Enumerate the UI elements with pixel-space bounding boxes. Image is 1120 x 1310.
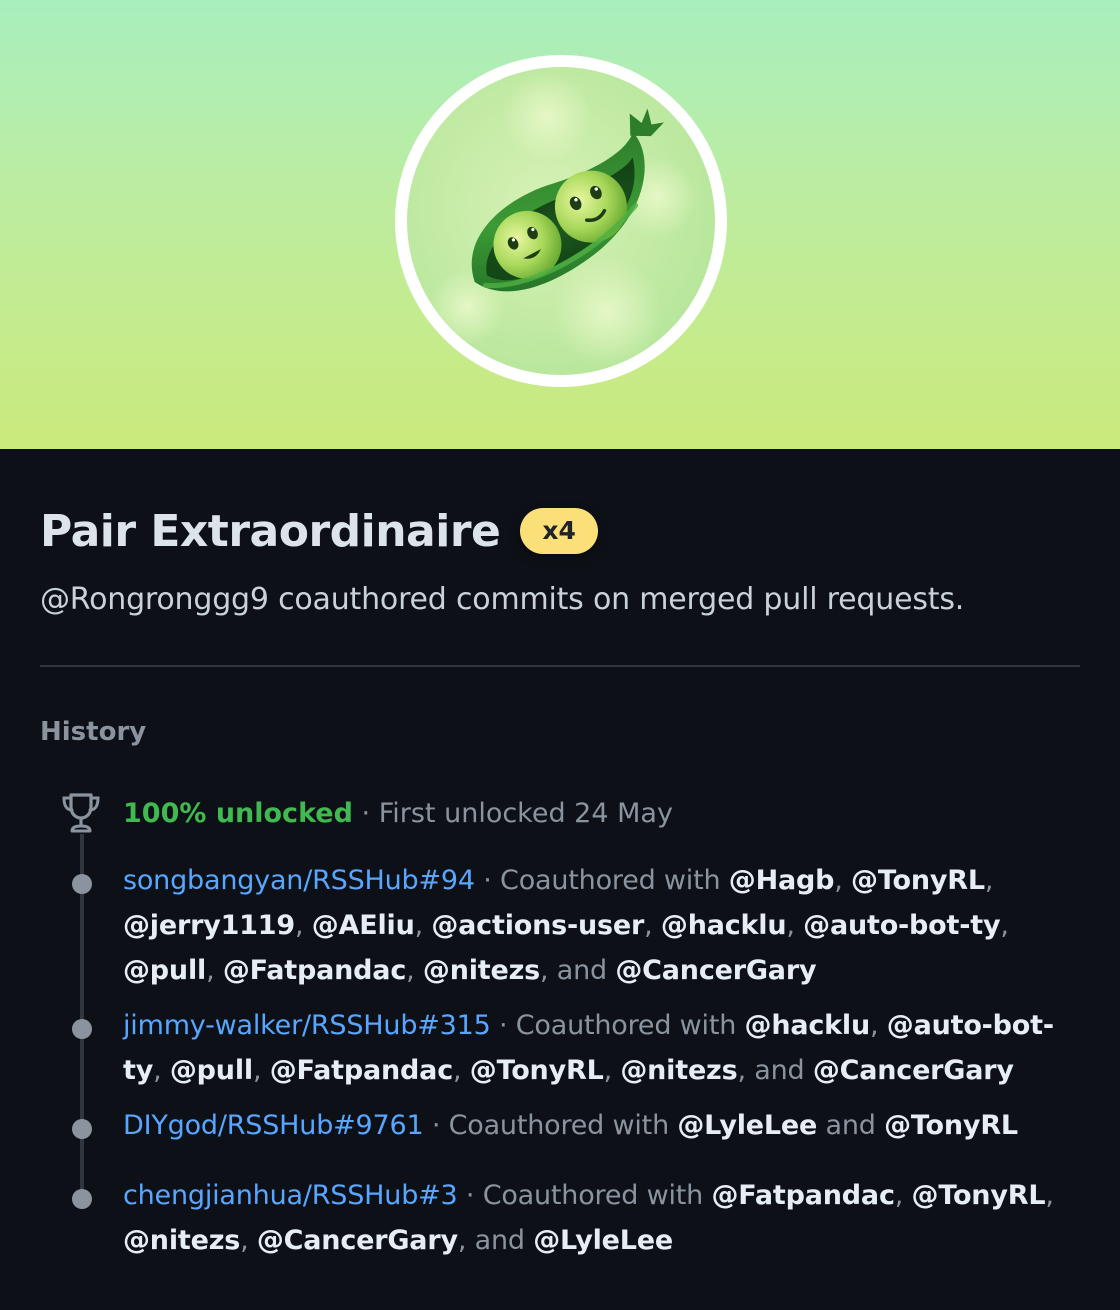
pull-request-link[interactable]: songbangyan/RSSHub#94 bbox=[123, 865, 475, 896]
achievement-badge bbox=[395, 55, 727, 387]
achievement-description: @Rongronggg9 coauthored commits on merge… bbox=[40, 582, 965, 617]
user-separator: , bbox=[786, 910, 804, 941]
pea-pod-icon bbox=[429, 72, 697, 367]
coauthor-link[interactable]: @Fatpandac bbox=[711, 1180, 895, 1211]
coauthor-link[interactable]: @TonyRL bbox=[884, 1110, 1018, 1141]
coauthor-link[interactable]: @TonyRL bbox=[912, 1180, 1046, 1211]
pull-request-link[interactable]: jimmy-walker/RSSHub#315 bbox=[123, 1010, 491, 1041]
unlock-status: 100% unlocked · First unlocked 24 May bbox=[123, 798, 673, 829]
coauthor-link[interactable]: @CancerGary bbox=[257, 1225, 458, 1256]
coauthored-label: · Coauthored with bbox=[423, 1110, 678, 1141]
unlock-percent: 100% unlocked bbox=[123, 798, 353, 829]
unlock-separator: · bbox=[352, 798, 379, 829]
coauthored-label: · Coauthored with bbox=[490, 1010, 745, 1041]
coauthor-link[interactable]: @nitezs bbox=[123, 1225, 240, 1256]
coauthor-link[interactable]: @AEliu bbox=[312, 910, 415, 941]
title-row: Pair Extraordinaire x4 bbox=[40, 501, 598, 561]
timeline-dot bbox=[72, 874, 92, 894]
timeline-dot bbox=[72, 1119, 92, 1139]
coauthor-link[interactable]: @actions-user bbox=[431, 910, 644, 941]
timeline-dot bbox=[72, 1189, 92, 1209]
badge-artwork bbox=[407, 67, 715, 375]
divider bbox=[40, 665, 1080, 667]
user-separator: , bbox=[453, 1055, 470, 1086]
history-heading: History bbox=[40, 717, 147, 747]
coauthor-link[interactable]: @auto-bot-ty bbox=[803, 910, 1000, 941]
user-separator: , bbox=[406, 955, 423, 986]
user-separator: , bbox=[252, 1055, 270, 1086]
coauthor-link[interactable]: @TonyRL bbox=[470, 1055, 604, 1086]
user-separator: , and bbox=[540, 955, 616, 986]
coauthor-link[interactable]: @TonyRL bbox=[851, 865, 985, 896]
coauthor-link[interactable]: @LyleLee bbox=[677, 1110, 817, 1141]
user-separator: , bbox=[240, 1225, 257, 1256]
user-separator: , bbox=[294, 910, 312, 941]
coauthor-link[interactable]: @pull bbox=[123, 955, 206, 986]
pull-request-link[interactable]: DIYgod/RSSHub#9761 bbox=[123, 1110, 424, 1141]
user-separator: and bbox=[817, 1110, 885, 1141]
user-separator: , bbox=[834, 865, 852, 896]
user-separator: , bbox=[644, 910, 661, 941]
coauthor-link[interactable]: @Hagb bbox=[729, 865, 835, 896]
history-entry: songbangyan/RSSHub#94 · Coauthored with … bbox=[123, 858, 1073, 993]
coauthor-link[interactable]: @CancerGary bbox=[615, 955, 816, 986]
user-separator: , bbox=[414, 910, 432, 941]
user-separator: , bbox=[894, 1180, 912, 1211]
history-entry: jimmy-walker/RSSHub#315 · Coauthored wit… bbox=[123, 1003, 1073, 1093]
trophy-icon bbox=[62, 793, 100, 833]
coauthor-link[interactable]: @hacklu bbox=[745, 1010, 871, 1041]
achievement-title: Pair Extraordinaire bbox=[40, 505, 501, 557]
user-separator: , bbox=[206, 955, 223, 986]
user-separator: , and bbox=[457, 1225, 534, 1256]
coauthor-link[interactable]: @hacklu bbox=[661, 910, 787, 941]
coauthor-link[interactable]: @jerry1119 bbox=[123, 910, 295, 941]
coauthor-link[interactable]: @LyleLee bbox=[533, 1225, 673, 1256]
user-separator: , bbox=[984, 865, 994, 896]
history-entry: chengjianhua/RSSHub#3 · Coauthored with … bbox=[123, 1173, 1073, 1263]
coauthor-link[interactable]: @nitezs bbox=[423, 955, 540, 986]
achievement-banner bbox=[0, 0, 1120, 449]
history-entry: DIYgod/RSSHub#9761 · Coauthored with @Ly… bbox=[123, 1103, 1073, 1148]
coauthored-label: · Coauthored with bbox=[474, 865, 729, 896]
pull-request-link[interactable]: chengjianhua/RSSHub#3 bbox=[123, 1180, 458, 1211]
achievement-page: Pair Extraordinaire x4 @Rongronggg9 coau… bbox=[0, 0, 1120, 1310]
coauthor-link[interactable]: @CancerGary bbox=[813, 1055, 1014, 1086]
user-separator: , bbox=[1045, 1180, 1054, 1211]
coauthor-link[interactable]: @Fatpandac bbox=[270, 1055, 454, 1086]
coauthor-link[interactable]: @Fatpandac bbox=[223, 955, 407, 986]
user-separator: , bbox=[870, 1010, 887, 1041]
timeline-dot bbox=[72, 1019, 92, 1039]
first-unlocked-date: First unlocked 24 May bbox=[378, 798, 673, 829]
tier-count-badge: x4 bbox=[520, 508, 598, 554]
coauthor-link[interactable]: @pull bbox=[170, 1055, 253, 1086]
coauthor-link[interactable]: @nitezs bbox=[620, 1055, 737, 1086]
user-separator: , bbox=[1000, 910, 1009, 941]
user-separator: , bbox=[153, 1055, 170, 1086]
user-separator: , bbox=[603, 1055, 621, 1086]
user-separator: , and bbox=[737, 1055, 813, 1086]
coauthored-label: · Coauthored with bbox=[457, 1180, 712, 1211]
